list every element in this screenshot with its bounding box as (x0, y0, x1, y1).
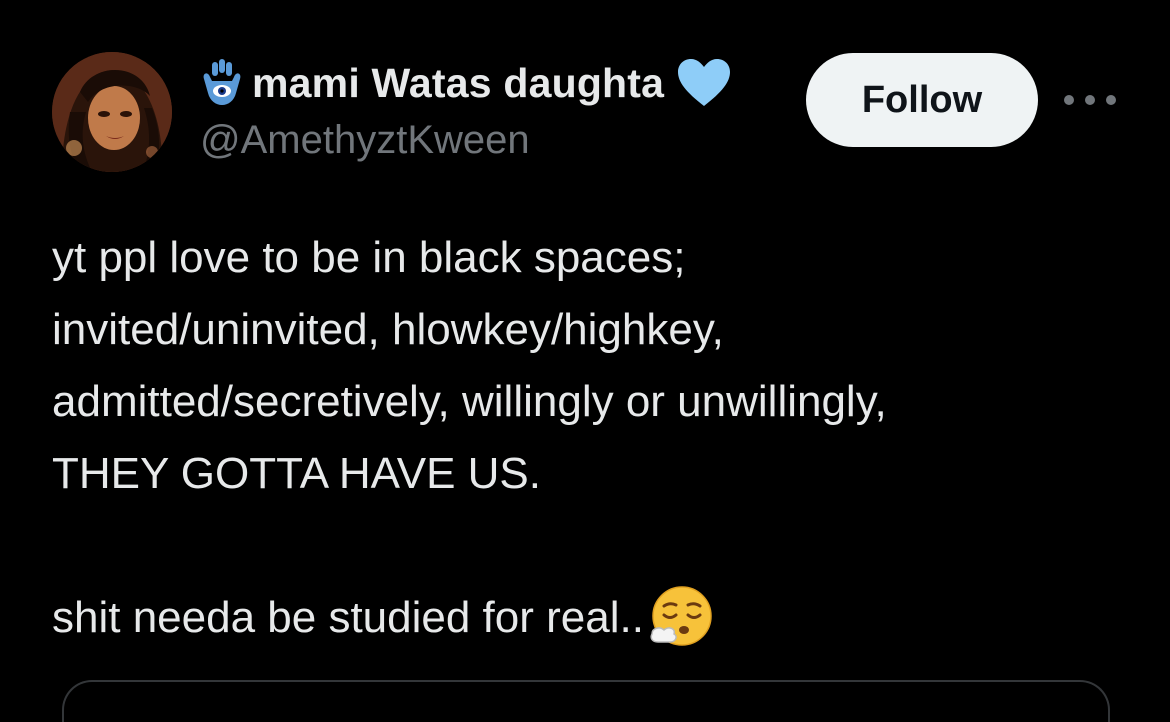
avatar[interactable] (52, 52, 172, 172)
tweet-text: yt ppl love to be in black spaces; invit… (52, 222, 1142, 654)
follow-button[interactable]: Follow (806, 53, 1038, 147)
display-name: mami Watas daughta (252, 59, 665, 106)
quoted-card-edge (62, 680, 1110, 722)
tweet-closing-line: shit needa be studied for real.. (52, 582, 1142, 654)
more-options-icon[interactable] (1064, 84, 1116, 116)
blue-heart-icon (678, 59, 731, 106)
tweet-line: admitted/secretively, willingly or unwil… (52, 377, 887, 426)
more-dot (1085, 95, 1095, 105)
tweet-line: THEY GOTTA HAVE US. (52, 449, 541, 498)
tweet-line: invited/uninvited, hlowkey/highkey, (52, 305, 724, 354)
hamsa-icon (203, 59, 241, 105)
relieved-sigh-emoji-icon (650, 586, 712, 646)
closing-text: shit needa be studied for real.. (52, 593, 644, 642)
more-dot (1064, 95, 1074, 105)
tweet-line: yt ppl love to be in black spaces; (52, 233, 686, 282)
author-name-row[interactable]: mami Watas daughta (200, 58, 732, 108)
avatar-image (52, 52, 172, 172)
more-dot (1106, 95, 1116, 105)
author-handle[interactable]: @AmethyztKween (200, 118, 530, 163)
